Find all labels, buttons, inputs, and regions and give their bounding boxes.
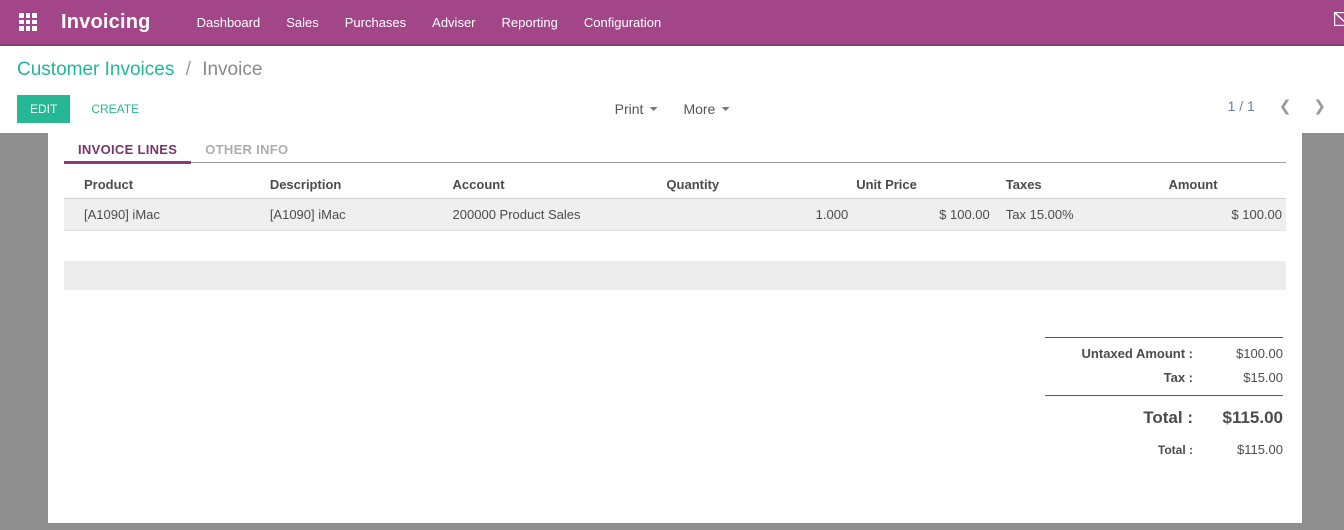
tab-invoice-lines[interactable]: INVOICE LINES (64, 136, 191, 164)
pager-value: 1 / 1 (1228, 98, 1255, 114)
subtotals-group: Untaxed Amount : $100.00 Tax : $15.00 (1045, 337, 1283, 385)
tax-value: $15.00 (1193, 370, 1283, 385)
dropdown-buttons: Print More (613, 95, 732, 123)
table-row[interactable]: [A1090] iMac [A1090] iMac 200000 Product… (64, 199, 1286, 231)
top-menu: Dashboard Sales Purchases Adviser Report… (191, 9, 668, 36)
column-account[interactable]: Account (449, 170, 663, 199)
breadcrumb-separator: / (186, 59, 191, 80)
menu-purchases[interactable]: Purchases (339, 9, 412, 36)
totals-divider (1045, 395, 1283, 396)
top-navbar: Invoicing Dashboard Sales Purchases Advi… (0, 0, 1344, 46)
cell-product[interactable]: [A1090] iMac (64, 199, 266, 231)
more-dropdown[interactable]: More (681, 95, 731, 123)
column-amount[interactable]: Amount (1164, 170, 1286, 199)
column-description[interactable]: Description (266, 170, 449, 199)
column-quantity[interactable]: Quantity (662, 170, 852, 199)
total-secondary-row: Total : $115.00 (1045, 442, 1283, 457)
pager-previous-icon[interactable]: ❮ (1273, 95, 1298, 117)
column-product[interactable]: Product (64, 170, 266, 199)
menu-reporting[interactable]: Reporting (496, 9, 564, 36)
total-value: $115.00 (1193, 408, 1283, 428)
table-header-row: Product Description Account Quantity Uni… (64, 170, 1286, 199)
invoice-sheet: INVOICE LINES OTHER INFO Product Descrip… (48, 133, 1302, 523)
action-buttons: EDIT CREATE (17, 95, 145, 123)
total-label: Total : (1045, 408, 1193, 428)
cell-description[interactable]: [A1090] iMac (266, 199, 449, 231)
menu-dashboard[interactable]: Dashboard (191, 9, 267, 36)
totals-panel: Untaxed Amount : $100.00 Tax : $15.00 To… (1045, 337, 1283, 466)
untaxed-amount-label: Untaxed Amount : (1045, 346, 1193, 361)
tab-other-info[interactable]: OTHER INFO (191, 136, 302, 162)
menu-adviser[interactable]: Adviser (426, 9, 481, 36)
total-secondary-value: $115.00 (1193, 442, 1283, 457)
cell-account[interactable]: 200000 Product Sales (449, 199, 663, 231)
breadcrumb-customer-invoices[interactable]: Customer Invoices (17, 59, 174, 80)
print-label: Print (615, 101, 644, 117)
column-taxes[interactable]: Taxes (994, 170, 1165, 199)
breadcrumb: Customer Invoices / Invoice (17, 59, 262, 81)
cell-unit-price[interactable]: $ 100.00 (852, 199, 994, 231)
messages-envelope-icon[interactable] (1334, 12, 1344, 26)
edit-button[interactable]: EDIT (17, 95, 70, 123)
tax-row: Tax : $15.00 (1045, 370, 1283, 385)
print-dropdown[interactable]: Print (613, 95, 660, 123)
cell-quantity[interactable]: 1.000 (662, 199, 852, 231)
cell-taxes[interactable]: Tax 15.00% (994, 199, 1165, 231)
chevron-down-icon (649, 107, 657, 111)
notebook-tabs: INVOICE LINES OTHER INFO (64, 136, 1286, 163)
cell-amount[interactable]: $ 100.00 (1164, 199, 1286, 231)
menu-configuration[interactable]: Configuration (578, 9, 667, 36)
apps-grid-icon[interactable] (19, 13, 37, 31)
breadcrumb-invoice: Invoice (202, 59, 262, 80)
untaxed-amount-value: $100.00 (1193, 346, 1283, 361)
pager: 1 / 1 ❮ ❯ (1228, 95, 1332, 117)
more-label: More (683, 101, 715, 117)
tax-label: Tax : (1045, 370, 1193, 385)
chevron-down-icon (721, 107, 729, 111)
empty-summary-band (64, 261, 1286, 290)
total-secondary-label: Total : (1045, 443, 1193, 457)
total-row: Total : $115.00 (1045, 408, 1283, 428)
column-unit-price[interactable]: Unit Price (852, 170, 994, 199)
pager-next-icon[interactable]: ❯ (1307, 95, 1332, 117)
invoice-lines-table: Product Description Account Quantity Uni… (64, 170, 1286, 231)
create-button[interactable]: CREATE (85, 95, 145, 123)
app-title[interactable]: Invoicing (61, 11, 151, 34)
control-panel: Customer Invoices / Invoice EDIT CREATE … (0, 46, 1344, 133)
untaxed-amount-row: Untaxed Amount : $100.00 (1045, 346, 1283, 361)
menu-sales[interactable]: Sales (280, 9, 325, 36)
